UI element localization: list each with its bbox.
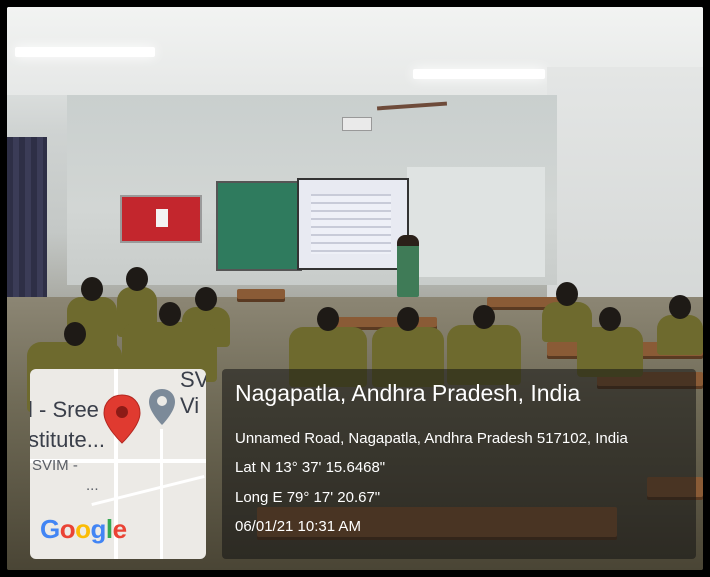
google-logo-letter: g — [90, 514, 107, 544]
map-label: l - Sree — [30, 397, 99, 422]
photo-frame: l - Sree stitute... SVIM - ... SV Vi Goo… — [0, 0, 710, 577]
google-logo-letter: G — [40, 514, 60, 544]
right-wall — [547, 67, 703, 297]
location-datetime: 06/01/21 10:31 AM — [235, 518, 361, 535]
map-label: stitute... — [30, 427, 106, 452]
teacher — [397, 235, 419, 297]
google-logo-letter: o — [59, 514, 76, 544]
ceiling-light — [413, 69, 545, 79]
location-address: Unnamed Road, Nagapatla, Andhra Pradesh … — [235, 430, 628, 447]
projector-screen — [297, 178, 409, 270]
student — [542, 282, 592, 342]
map-label: SV — [180, 369, 206, 392]
map-label: SVIM - — [32, 457, 78, 474]
notice-board — [120, 195, 202, 243]
map-road — [160, 429, 163, 559]
notice-paper — [156, 209, 168, 227]
map-road — [91, 475, 205, 506]
ceiling-light — [15, 47, 155, 57]
desk — [237, 289, 285, 299]
location-longitude: Long E 79° 17' 20.67" — [235, 489, 381, 506]
location-latitude: Lat N 13° 37' 15.6468" — [235, 459, 386, 476]
location-title: Nagapatla, Andhra Pradesh, India — [235, 380, 581, 406]
projector — [342, 117, 372, 131]
google-logo: Google — [40, 514, 127, 545]
map-label: Vi — [180, 393, 200, 418]
google-logo-letter: e — [112, 514, 127, 544]
desk — [327, 317, 437, 327]
whiteboard — [407, 167, 545, 277]
student — [657, 295, 703, 355]
chalkboard — [216, 181, 302, 271]
map-label: ... — [86, 477, 99, 494]
projected-slide — [311, 194, 391, 254]
google-logo-letter: o — [75, 514, 91, 544]
map-pin-icon — [103, 394, 141, 444]
location-marker-icon — [149, 389, 175, 425]
google-logo-letter: l — [105, 514, 113, 544]
map-thumbnail[interactable]: l - Sree stitute... SVIM - ... SV Vi Goo… — [30, 369, 206, 559]
